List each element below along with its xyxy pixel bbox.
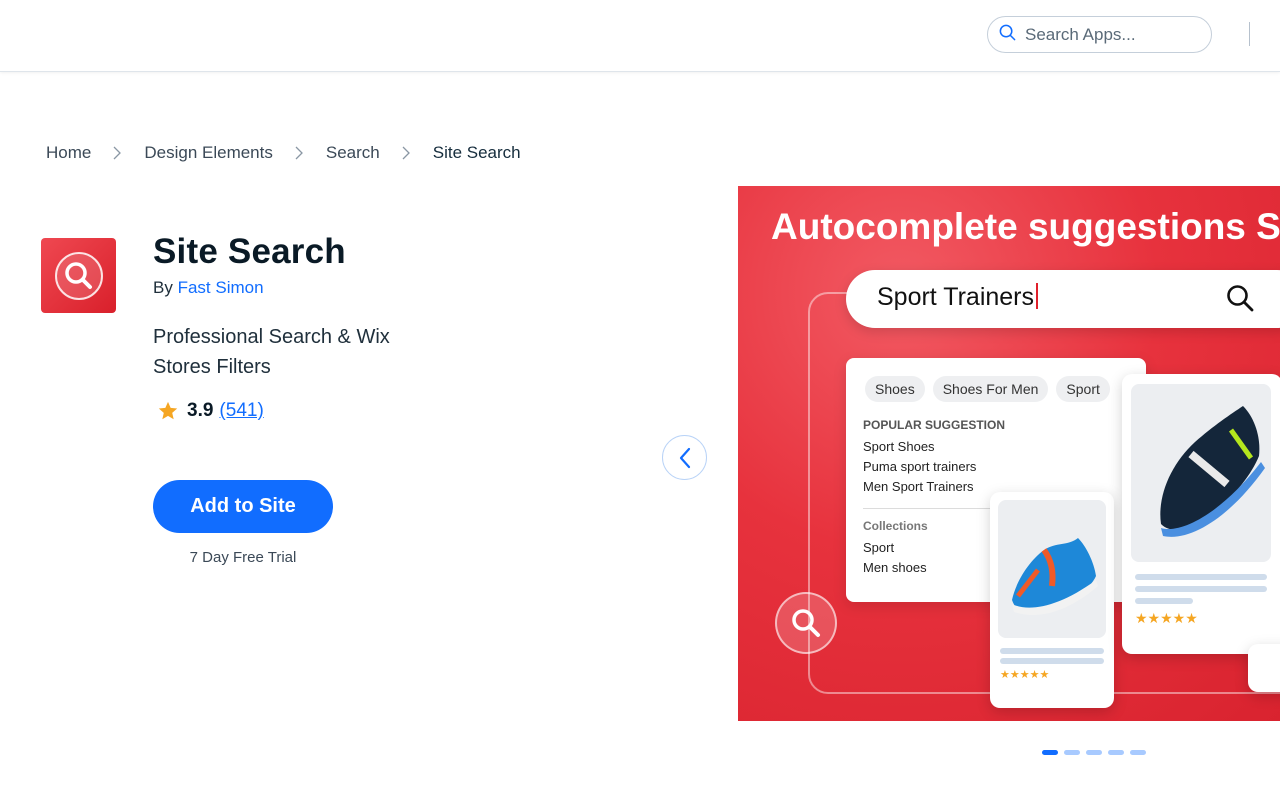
breadcrumb-home[interactable]: Home xyxy=(46,143,91,163)
add-to-site-button[interactable]: Add to Site xyxy=(153,480,333,533)
header-divider xyxy=(1249,22,1250,46)
search-icon xyxy=(1227,285,1254,312)
carousel-dot[interactable] xyxy=(1086,750,1102,755)
chip: Sport xyxy=(1056,376,1110,402)
product-card: ★★★★★ xyxy=(990,492,1114,708)
chevron-right-icon xyxy=(295,146,303,160)
slide-search-bar: Sport Trainers xyxy=(846,270,1280,328)
rating-score: 3.9 xyxy=(187,400,214,421)
popular-heading: POPULAR SUGGESTION xyxy=(863,418,1006,432)
suggestion-item: Puma sport trainers xyxy=(863,459,977,474)
rating-stars: ★★★★★ xyxy=(1000,669,1050,681)
app-logo xyxy=(41,238,116,313)
suggestion-item: Men Sport Trainers xyxy=(863,479,974,494)
magnifier-icon xyxy=(775,592,837,654)
search-input[interactable] xyxy=(1025,24,1195,45)
product-card: ★★★★★ xyxy=(1122,374,1280,654)
shoe-icon xyxy=(1160,406,1265,537)
slide-search-text: Sport Trainers xyxy=(877,283,1039,312)
search-icon xyxy=(998,23,1017,47)
carousel-prev-button[interactable] xyxy=(662,435,707,480)
suggestion-chips: Shoes Shoes For Men Sport xyxy=(865,376,1110,402)
reviews-link[interactable]: (541) xyxy=(219,400,263,422)
chevron-right-icon xyxy=(402,146,410,160)
carousel-dot[interactable] xyxy=(1064,750,1080,755)
app-tagline: Professional Search & Wix Stores Filters xyxy=(153,326,390,378)
search-apps-box[interactable] xyxy=(987,16,1212,53)
carousel-dot[interactable] xyxy=(1042,750,1058,755)
breadcrumb-current: Site Search xyxy=(432,143,521,162)
carousel-dot[interactable] xyxy=(1108,750,1124,755)
chevron-right-icon xyxy=(113,146,122,160)
carousel-slide: Autocomplete suggestions S Sport Trainer… xyxy=(738,186,1280,721)
suggestion-item: Sport Shoes xyxy=(863,439,935,454)
star-icon xyxy=(158,401,178,420)
carousel-dots xyxy=(1042,750,1146,755)
carousel-dot[interactable] xyxy=(1130,750,1146,755)
product-image xyxy=(1131,384,1271,562)
breadcrumb-search[interactable]: Search xyxy=(326,143,380,163)
collection-item: Sport xyxy=(863,540,895,555)
product-card xyxy=(1248,644,1280,692)
product-image xyxy=(998,500,1106,638)
by-label: By xyxy=(153,278,173,297)
developer-link[interactable]: Fast Simon xyxy=(178,278,264,297)
breadcrumb-design-elements[interactable]: Design Elements xyxy=(144,143,273,163)
chip: Shoes xyxy=(865,376,925,402)
collections-heading: Collections xyxy=(863,519,928,533)
slide-title: Autocomplete suggestions S xyxy=(771,206,1280,247)
rating: 3.9 (541) xyxy=(157,400,264,422)
divider xyxy=(863,508,991,509)
shoe-icon xyxy=(1012,538,1098,615)
chip: Shoes For Men xyxy=(932,376,1049,402)
free-trial-note: 7 Day Free Trial xyxy=(189,549,297,566)
magnifier-icon xyxy=(54,251,103,300)
breadcrumb: Home Design Elements Search Site Search xyxy=(46,142,521,164)
chevron-left-icon xyxy=(679,447,690,468)
developer-byline: By Fast Simon xyxy=(153,278,264,298)
app-title: Site Search xyxy=(153,232,346,271)
rating-stars: ★★★★★ xyxy=(1135,610,1198,626)
collection-item: Men shoes xyxy=(863,560,927,575)
top-header xyxy=(0,0,1280,72)
